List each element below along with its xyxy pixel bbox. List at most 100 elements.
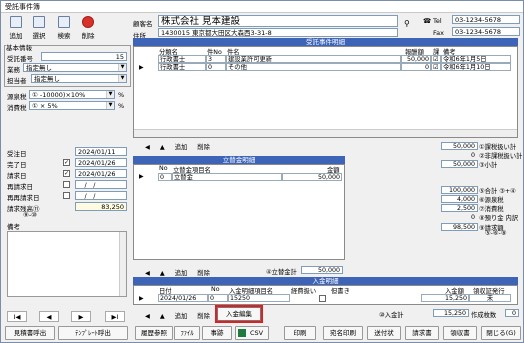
chevron-down-icon[interactable]: ▼ bbox=[106, 102, 114, 109]
table-cell[interactable]: その他 bbox=[226, 63, 401, 71]
atena-print-button[interactable]: 宛名印刷 bbox=[323, 326, 363, 340]
table-cell[interactable]: ☑ bbox=[431, 63, 441, 71]
juchu-date-field[interactable]: 2024/01/11 bbox=[75, 147, 127, 156]
table-cell[interactable]: 2024/01/26 bbox=[158, 294, 208, 302]
sai1-date-field[interactable]: __/__/__ bbox=[75, 180, 127, 189]
table-cell[interactable]: 令和6年1月10日 bbox=[441, 63, 511, 71]
kanryo-checkbox[interactable]: ✓ bbox=[63, 159, 70, 166]
shohi-total-label: ⑦消費税 bbox=[479, 206, 504, 213]
table-cell[interactable]: 15250 bbox=[228, 294, 290, 302]
seikyu-date-field[interactable]: 2024/01/26 bbox=[75, 169, 127, 178]
shohi-select[interactable]: ① × 5% ▼ bbox=[29, 101, 115, 110]
nyukin-add-button[interactable]: 追加 bbox=[171, 310, 192, 321]
file-button[interactable]: ﾌｧｲﾙ bbox=[174, 326, 200, 340]
biko-scrollbar[interactable] bbox=[119, 232, 126, 296]
client-name-label: 顧客名 bbox=[133, 20, 153, 28]
biko-textarea[interactable] bbox=[7, 231, 127, 297]
table-cell[interactable]: 0 bbox=[401, 63, 431, 71]
phone-icon: ☎ bbox=[423, 17, 432, 25]
add-button[interactable]: 追加 bbox=[5, 15, 27, 43]
table-cell[interactable]: ☑ bbox=[431, 55, 441, 63]
table-cell[interactable]: 行政書士 bbox=[158, 63, 206, 71]
horizontal-scrollbar[interactable] bbox=[134, 129, 517, 137]
azukari-label[interactable]: ⑧預り金 内訳 bbox=[479, 213, 518, 222]
table-cell[interactable]: 0 bbox=[158, 173, 172, 181]
tel-field[interactable]: 03-1234-5678 bbox=[452, 15, 520, 24]
mitsumori-button[interactable]: 見積書呼出 bbox=[5, 326, 55, 340]
table-cell[interactable]: 50,000 bbox=[282, 173, 342, 181]
chevron-down-icon[interactable]: ▼ bbox=[118, 64, 126, 71]
row-pointer-icon: ▶ bbox=[139, 173, 144, 180]
table-cell[interactable]: 50,000 bbox=[401, 55, 431, 63]
table-cell[interactable]: 0 bbox=[206, 63, 226, 71]
gensen-select[interactable]: ① -10000)×10% ▼ bbox=[29, 90, 115, 99]
prev-record-button[interactable]: ◀ bbox=[39, 311, 59, 322]
csv-button[interactable]: CSV bbox=[235, 326, 269, 340]
address-field[interactable]: 1430015 東京都大田区大森西3-31-8 bbox=[158, 28, 398, 37]
select-button[interactable]: 選択 bbox=[28, 15, 50, 43]
nyukin-total-label: ⑩入金計 bbox=[379, 312, 404, 319]
binoculars-icon[interactable]: ⚲ bbox=[404, 19, 410, 28]
kanryo-date-field[interactable]: 2024/01/26 bbox=[75, 158, 127, 167]
gyomu-select[interactable]: 指定無し ▼ bbox=[23, 63, 127, 72]
subtotal-label: ③小計 bbox=[479, 162, 498, 169]
chevron-down-icon[interactable]: ▼ bbox=[106, 91, 114, 98]
table-cell[interactable]: 未 bbox=[469, 294, 511, 302]
arrow-left-icon[interactable]: ◀ bbox=[141, 312, 154, 321]
total-label: ⑤合計 ③+④ bbox=[479, 188, 516, 195]
rireki-button[interactable]: 履歴参照 bbox=[135, 326, 173, 340]
tel-label: Tel bbox=[433, 17, 442, 25]
keihi-checkbox[interactable] bbox=[319, 295, 326, 302]
gensen-pct-label: % bbox=[118, 91, 125, 99]
sai2-date-field[interactable]: __/__/__ bbox=[75, 191, 127, 200]
next-record-button[interactable]: ▶ bbox=[71, 311, 91, 322]
table-cell[interactable]: 15,250 bbox=[421, 294, 469, 302]
table-cell[interactable]: 0 bbox=[208, 294, 228, 302]
print-button[interactable]: 印刷 bbox=[284, 326, 316, 340]
row-pointer-icon bbox=[139, 56, 145, 62]
jutaku-no-field[interactable]: 15 bbox=[41, 52, 127, 61]
hikazei-total-field: 0 bbox=[470, 152, 475, 159]
template-button[interactable]: ﾃﾝﾌﾟﾚｰﾄ呼出 bbox=[58, 326, 128, 340]
jutaku-add-button[interactable]: 追加 bbox=[171, 141, 192, 152]
tanto-select[interactable]: 指定無し ▼ bbox=[31, 74, 127, 83]
search-button[interactable]: 検索 bbox=[53, 15, 75, 43]
arrow-up-icon[interactable]: ▲ bbox=[156, 143, 169, 152]
nyukin-header: 入金明細 bbox=[133, 277, 518, 285]
csv-label: CSV bbox=[249, 329, 264, 337]
delete-label: 削除 bbox=[81, 32, 95, 40]
chevron-down-icon[interactable]: ▼ bbox=[118, 75, 126, 82]
seikyusho-button[interactable]: 請求書 bbox=[405, 326, 439, 340]
fax-label: Fax bbox=[433, 29, 444, 37]
client-name-field[interactable]: 株式会社 見本建設 bbox=[158, 15, 398, 27]
gensen-total-label: ⑥源泉税 bbox=[479, 197, 504, 204]
kazei-total-field: 50,000 bbox=[441, 142, 478, 150]
fax-field[interactable]: 03-1234-5678 bbox=[452, 27, 520, 36]
arrow-left-icon[interactable]: ◀ bbox=[141, 143, 154, 152]
arrow-up-icon[interactable]: ▲ bbox=[156, 312, 169, 321]
jiseki-button[interactable]: 事跡 bbox=[202, 326, 232, 340]
row-pointer-icon: ▶ bbox=[139, 295, 144, 302]
table-cell[interactable]: 令和6年1月5日 bbox=[441, 55, 511, 63]
table-cell[interactable]: 建設業許可更新 bbox=[226, 55, 401, 63]
close-button[interactable]: 閉じる(G) bbox=[481, 326, 521, 340]
col-tadashi: 但書き bbox=[331, 288, 350, 295]
delete-button[interactable]: 削除 bbox=[77, 15, 99, 43]
gensen-value: ① -10000)×10% bbox=[32, 91, 86, 99]
table-cell[interactable]: 3 bbox=[206, 55, 226, 63]
jutaku-nav: ◀ ▲ 追加 削除 bbox=[141, 141, 216, 152]
ryoshusho-button[interactable]: 領収書 bbox=[443, 326, 477, 340]
table-cell[interactable]: 立替金 bbox=[172, 173, 282, 181]
azukari-field: 0 bbox=[470, 214, 475, 221]
jutaku-delete-button[interactable]: 削除 bbox=[193, 141, 214, 152]
table-cell[interactable]: 行政書士 bbox=[158, 55, 206, 63]
last-record-button[interactable]: ▶I bbox=[105, 311, 125, 322]
sofujo-button[interactable]: 送付状 bbox=[367, 326, 401, 340]
sai1-checkbox[interactable] bbox=[63, 181, 70, 188]
sai2-label: 再再請求日 bbox=[7, 194, 40, 202]
sai2-checkbox[interactable] bbox=[63, 192, 70, 199]
nyukin-delete-button[interactable]: 削除 bbox=[193, 310, 214, 321]
first-record-button[interactable]: I◀ bbox=[7, 311, 27, 322]
seikyu-checkbox[interactable]: ✓ bbox=[63, 170, 70, 177]
basic-info-title: 基本情報 bbox=[6, 42, 32, 52]
